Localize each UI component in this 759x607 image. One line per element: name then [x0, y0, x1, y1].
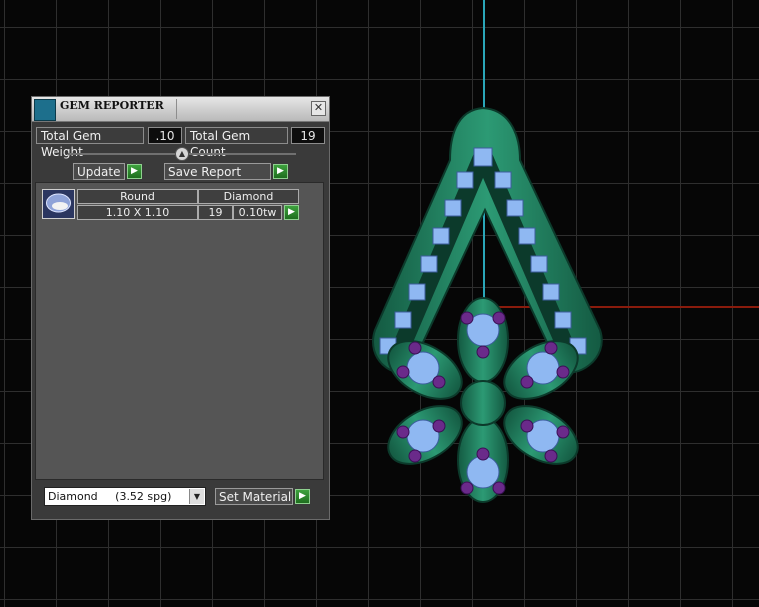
panel-title: GEM REPORTER: [60, 99, 164, 112]
title-separator: [176, 99, 177, 119]
save-report-play-arrow-icon[interactable]: ▶: [273, 164, 288, 179]
panel-titlebar[interactable]: GEM REPORTER ✕: [32, 97, 329, 122]
pendant-model[interactable]: [355, 100, 615, 510]
chevron-down-icon[interactable]: ▼: [189, 489, 204, 504]
set-material-button[interactable]: Set Material: [215, 488, 293, 505]
update-play-arrow-icon[interactable]: ▶: [127, 164, 142, 179]
gem-cut-header: Round: [77, 189, 198, 204]
update-button[interactable]: Update: [73, 163, 125, 180]
close-icon[interactable]: ✕: [311, 101, 326, 116]
gem-size-cell: 1.10 X 1.10: [77, 205, 198, 220]
gem-reporter-icon: [34, 99, 56, 121]
total-gem-count-label: Total Gem Count: [185, 127, 288, 159]
total-gem-count-value: 19: [291, 127, 325, 144]
save-report-button[interactable]: Save Report: [164, 163, 271, 180]
gem-reporter-panel: GEM REPORTER ✕ Total Gem Weight .10 Tota…: [31, 96, 330, 520]
gem-material-header: Diamond: [198, 189, 299, 204]
gem-row-play-arrow-icon[interactable]: ▶: [284, 205, 299, 220]
set-material-play-arrow-icon[interactable]: ▶: [295, 489, 310, 504]
gem-weight-cell: 0.10tw: [233, 205, 282, 220]
total-gem-weight-label: Total Gem Weight: [36, 127, 144, 159]
material-dropdown-value: Diamond (3.52 spg): [48, 490, 172, 503]
material-dropdown[interactable]: Diamond (3.52 spg) ▼: [44, 487, 206, 506]
slider-knob-icon[interactable]: ▲: [175, 147, 189, 161]
gem-list[interactable]: Round Diamond 1.10 X 1.10 19 0.10tw ▶: [35, 182, 324, 480]
round-gem-icon: [42, 189, 75, 219]
total-gem-weight-value: .10: [148, 127, 182, 144]
gem-count-cell: 19: [198, 205, 233, 220]
